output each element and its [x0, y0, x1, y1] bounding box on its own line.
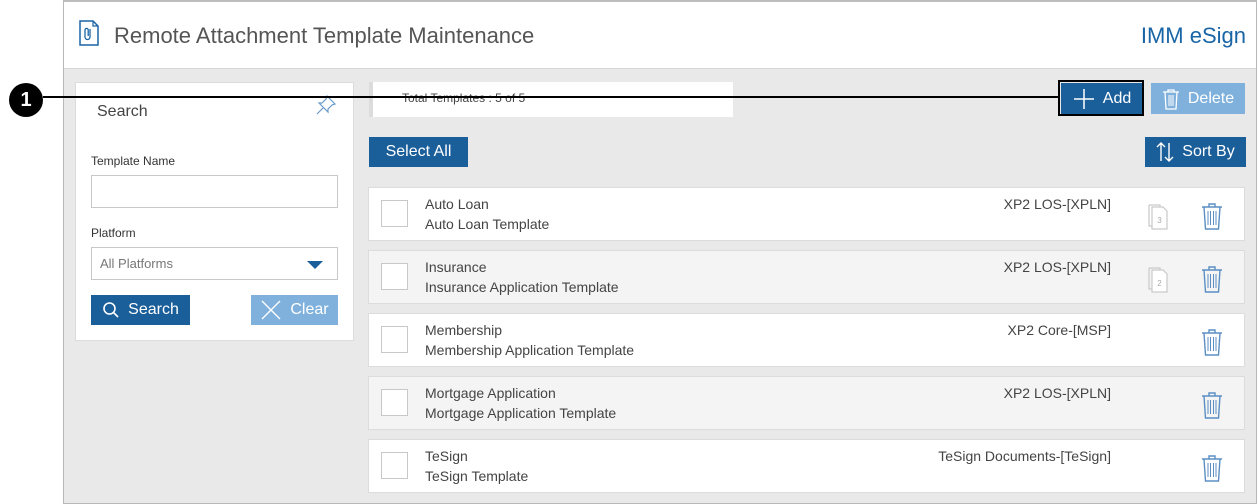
row-checkbox[interactable]	[381, 200, 408, 227]
add-button-highlight	[1058, 80, 1144, 116]
search-button[interactable]: Search	[91, 295, 190, 325]
platform-select[interactable]: All Platforms	[91, 247, 338, 280]
row-delete-icon[interactable]	[1201, 328, 1223, 356]
template-description: Membership Application Template	[425, 342, 635, 358]
documents-count: 3	[1157, 216, 1162, 225]
brand-name: IMM eSign	[1140, 23, 1246, 48]
total-templates-bar: Total Templates : 5 of 5	[369, 82, 733, 117]
trash-icon	[1162, 88, 1179, 110]
template-name: TeSign	[425, 448, 468, 464]
table-row[interactable]: Auto Loan Auto Loan Template XP2 LOS-[XPLN…	[368, 187, 1245, 241]
documents-count: 2	[1157, 279, 1162, 288]
delete-button[interactable]: Delete	[1151, 83, 1245, 114]
callout-line	[43, 96, 1059, 98]
row-delete-icon[interactable]	[1201, 454, 1223, 482]
template-platform: XP2 LOS-[XPLN]	[1003, 259, 1111, 275]
delete-button-label: Delete	[1187, 89, 1235, 107]
row-delete-icon[interactable]	[1201, 265, 1223, 293]
page-header: Remote Attachment Template Maintenance I…	[64, 2, 1256, 69]
platform-label: Platform	[91, 226, 136, 240]
search-button-label: Search	[128, 301, 179, 318]
platform-select-value: All Platforms	[100, 256, 173, 271]
close-icon	[261, 300, 281, 320]
row-checkbox[interactable]	[381, 263, 408, 290]
template-name: Membership	[425, 322, 503, 338]
callout-badge: 1	[9, 83, 43, 117]
template-name: Auto Loan	[425, 196, 489, 212]
template-platform: TeSign Documents-[TeSign]	[938, 448, 1111, 464]
row-checkbox[interactable]	[381, 389, 408, 416]
table-row[interactable]: Insurance Insurance Application Template X…	[368, 250, 1245, 304]
template-name: Insurance	[425, 259, 487, 275]
search-icon	[103, 302, 119, 318]
row-checkbox[interactable]	[381, 452, 408, 479]
template-name-input[interactable]	[91, 175, 338, 208]
template-description: TeSign Template	[425, 468, 529, 484]
template-platform: XP2 Core-[MSP]	[1007, 322, 1111, 338]
document-icon	[79, 20, 99, 46]
total-templates-text: Total Templates : 5 of 5	[402, 91, 526, 105]
clear-button-label: Clear	[290, 301, 329, 318]
template-platform: XP2 LOS-[XPLN]	[1003, 196, 1111, 212]
caret-down-icon	[307, 261, 323, 269]
search-panel: Search Template Name Platform All Platfo…	[75, 82, 354, 341]
row-checkbox[interactable]	[381, 326, 408, 353]
template-name-label: Template Name	[91, 154, 176, 168]
template-name: Mortgage Application	[425, 385, 556, 401]
callout-number: 1	[20, 88, 32, 111]
table-row[interactable]: TeSign TeSign Template TeSign Documents-[T…	[368, 439, 1245, 493]
documents-count-icon[interactable]: 3	[1147, 204, 1169, 230]
sort-icon	[1156, 142, 1174, 162]
clear-button[interactable]: Clear	[251, 295, 338, 325]
template-description: Auto Loan Template	[425, 216, 550, 232]
template-description: Insurance Application Template	[425, 279, 619, 295]
search-panel-title: Search	[97, 103, 148, 120]
table-row[interactable]: Mortgage Application Mortgage Application…	[368, 376, 1245, 430]
page-title: Remote Attachment Template Maintenance	[114, 23, 535, 48]
template-platform: XP2 LOS-[XPLN]	[1003, 385, 1111, 401]
sort-by-label: Sort By	[1182, 143, 1235, 160]
template-description: Mortgage Application Template	[425, 405, 617, 421]
row-delete-icon[interactable]	[1201, 391, 1223, 419]
table-row[interactable]: Membership Membership Application Templat…	[368, 313, 1245, 367]
select-all-button[interactable]: Select All	[369, 137, 468, 167]
sort-by-button[interactable]: Sort By	[1145, 137, 1246, 167]
documents-count-icon[interactable]: 2	[1147, 267, 1169, 293]
row-delete-icon[interactable]	[1201, 202, 1223, 230]
select-all-label: Select All	[385, 143, 452, 160]
app-window: Remote Attachment Template Maintenance I…	[63, 0, 1257, 504]
